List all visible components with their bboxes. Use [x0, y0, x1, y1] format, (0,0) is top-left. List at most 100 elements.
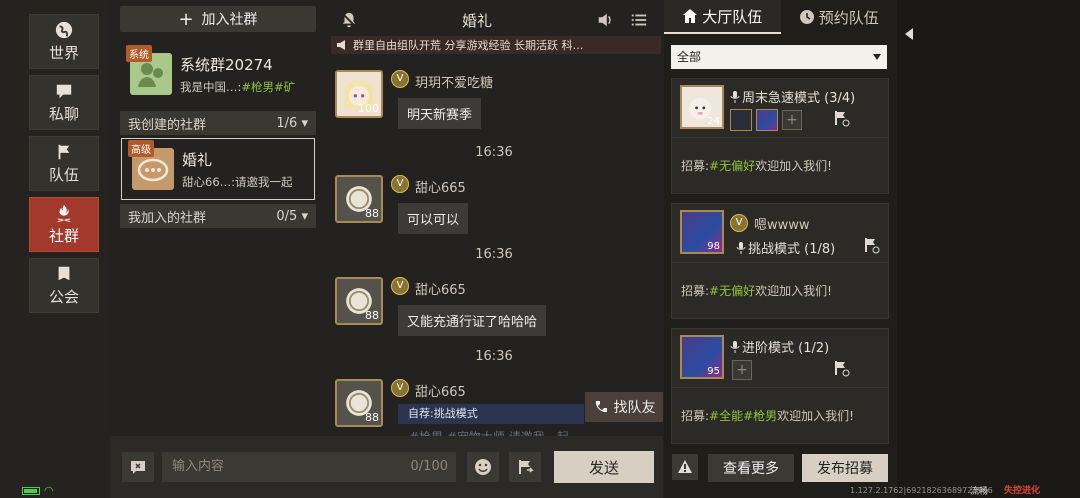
tab-lobby-teams-label: 大厅队伍	[702, 7, 763, 26]
vip-badge-icon: V	[391, 379, 409, 397]
divider	[672, 387, 888, 388]
nav-world[interactable]: 世界	[29, 14, 99, 69]
joined-communities-count: 0/5	[276, 208, 298, 224]
created-group-item[interactable]: 高级 婚礼 甜心66…:请邀我一起	[121, 138, 315, 200]
team-card[interactable]: 24 周末急速模式 (3/4) + 招募:#无偏好欢迎加入我们!	[671, 78, 889, 194]
team-card[interactable]: 95 进阶模式 (1/2) + 招募:#全能#枪男欢迎加入我们!	[671, 328, 889, 444]
system-group-name: 系统群20274	[180, 55, 273, 74]
message-input[interactable]: 输入内容 0/100	[162, 452, 456, 482]
nav-community[interactable]: 社群	[29, 197, 99, 252]
message-timestamp: 16:36	[475, 349, 513, 364]
nav-private-chat-label: 私聊	[48, 104, 79, 123]
message-timestamp: 16:36	[475, 145, 513, 160]
joined-communities-count-wrap: 0/5 ▾	[276, 209, 308, 224]
flag-join-icon[interactable]	[832, 359, 850, 377]
nav-private-chat[interactable]: 私聊	[29, 75, 99, 130]
recruit-suffix: 欢迎加入我们!	[777, 409, 854, 423]
nav-guild[interactable]: 公会	[29, 258, 99, 313]
announcement-bar[interactable]: 群里自由组队开荒 分享游戏经验 长期活跃 科…	[331, 36, 661, 54]
emoji-button[interactable]	[467, 452, 499, 482]
report-button[interactable]	[672, 454, 698, 480]
premium-badge: 高级	[128, 140, 154, 157]
game-logo: 失控进化	[1004, 486, 1041, 496]
smiley-icon	[475, 459, 491, 475]
tab-reserved-teams[interactable]: 预约队伍	[781, 0, 898, 34]
created-group-name: 婚礼	[182, 150, 213, 169]
side-nav: 世界 私聊 队伍 社群 公会	[29, 14, 99, 319]
nav-guild-label: 公会	[48, 287, 79, 306]
join-community-button[interactable]: + 加入社群	[120, 6, 316, 32]
recruit-card[interactable]: 自荐:挑战模式	[398, 404, 584, 424]
member-avatar[interactable]	[730, 109, 752, 131]
joined-communities-header[interactable]: 我加入的社群 0/5 ▾	[120, 204, 316, 228]
recruit-prefix: 招募:	[681, 159, 710, 173]
home-icon	[683, 9, 698, 23]
recruit-tag: #全能#枪男	[709, 409, 778, 423]
vip-badge-icon: V	[391, 175, 409, 193]
speaker-icon[interactable]	[596, 11, 614, 29]
vip-badge-icon: V	[391, 70, 409, 88]
sender-avatar[interactable]: 88	[335, 379, 383, 427]
sender-avatar[interactable]: 100	[335, 70, 383, 118]
empty-slot[interactable]: +	[732, 360, 752, 380]
collapse-panel-icon[interactable]	[905, 28, 913, 40]
community-panel: + 加入社群 系统 系统群20274 我是中国…:#枪男#矿 我创建的社群 1/…	[120, 0, 316, 432]
list-menu-icon[interactable]	[630, 11, 648, 29]
chat-input-bar: 输入内容 0/100 发送	[110, 436, 663, 498]
chevron-down-icon	[873, 54, 881, 60]
sender-avatar[interactable]: 88	[335, 175, 383, 223]
recruit-suffix: 欢迎加入我们!	[755, 159, 832, 173]
empty-slot[interactable]: +	[782, 110, 802, 130]
chat-header: 婚礼	[325, 0, 663, 40]
campfire-icon	[57, 204, 71, 222]
system-badge: 系统	[126, 45, 152, 62]
recruit-prefix: 招募:	[681, 284, 710, 298]
tab-lobby-teams[interactable]: 大厅队伍	[664, 0, 781, 34]
find-teammate-button[interactable]: 找队友	[585, 392, 663, 422]
system-group-item[interactable]: 系统 系统群20274 我是中国…:#枪男#矿	[120, 40, 316, 108]
chat-panel: 婚礼 群里自由组队开荒 分享游戏经验 长期活跃 科… 100 V 玥玥不爱吃糖 …	[325, 0, 663, 444]
flag-icon	[58, 144, 70, 159]
team-mode-label: 挑战模式 (1/8)	[748, 242, 836, 257]
vip-badge-icon: V	[391, 277, 409, 295]
leader-level: 24	[707, 116, 720, 127]
team-mode: 进阶模式 (1/2)	[730, 337, 829, 356]
mic-icon	[730, 91, 740, 103]
created-communities-count-wrap: 1/6 ▾	[276, 116, 308, 131]
leader-name: 嗯wwww	[754, 218, 810, 233]
message-bubble: 明天新赛季	[398, 98, 482, 129]
recruit-tag: #无偏好	[709, 284, 756, 298]
nav-team[interactable]: 队伍	[29, 136, 99, 191]
leader-avatar[interactable]: 24	[680, 85, 724, 129]
emoji-toggle-button[interactable]	[122, 452, 154, 482]
nav-team-label: 队伍	[48, 165, 79, 184]
send-button[interactable]: 发送	[554, 451, 654, 483]
sender-level: 88	[365, 207, 379, 220]
share-team-button[interactable]	[509, 452, 541, 482]
leader-avatar[interactable]: 98	[680, 210, 724, 254]
sender-name: 甜心665	[415, 181, 466, 196]
flag-join-icon[interactable]	[862, 236, 880, 254]
caret-down-icon: ▾	[301, 208, 308, 224]
mute-bell-icon[interactable]	[340, 11, 358, 29]
system-group-preview-tag: #枪男#矿	[241, 79, 296, 94]
flag-join-icon[interactable]	[832, 109, 850, 127]
team-filter-select[interactable]: 全部	[671, 45, 887, 69]
member-avatar[interactable]	[756, 109, 778, 131]
mic-icon	[730, 341, 740, 353]
system-group-preview-prefix: 我是中国…:	[180, 79, 242, 94]
clock-icon	[799, 10, 814, 24]
team-card[interactable]: 98 V 嗯wwww 挑战模式 (1/8) 招募:#无偏好欢迎加入我们!	[671, 203, 889, 319]
created-communities-label: 我创建的社群	[128, 117, 207, 133]
sender-avatar[interactable]: 88	[335, 277, 383, 325]
char-counter: 0/100	[410, 459, 448, 474]
recruit-prefix: 招募:	[681, 409, 710, 423]
post-recruit-button[interactable]: 发布招募	[802, 454, 888, 482]
created-group-avatar: 高级	[128, 140, 174, 190]
team-panel: 大厅队伍 预约队伍 全部 24 周末急速模式 (3/4) + 招募:#无偏好欢迎…	[664, 0, 897, 498]
see-more-button[interactable]: 查看更多	[708, 454, 794, 482]
created-communities-header[interactable]: 我创建的社群 1/6 ▾	[120, 111, 316, 135]
leader-avatar[interactable]: 95	[680, 335, 724, 379]
chat-title: 婚礼	[461, 11, 492, 30]
team-filter-value: 全部	[677, 50, 702, 64]
